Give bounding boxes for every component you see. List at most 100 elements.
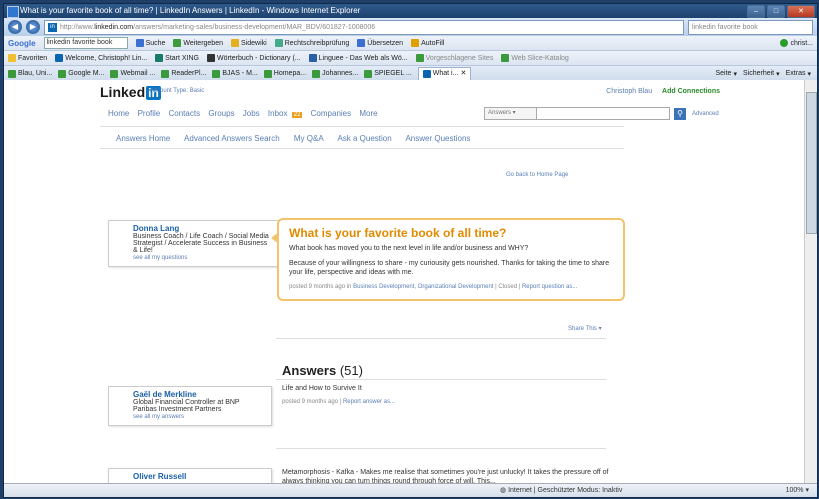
sidewiki-icon	[231, 39, 239, 47]
divider	[100, 148, 624, 149]
nav-jobs[interactable]: Jobs	[243, 109, 260, 118]
report-question-link[interactable]: Report question as...	[522, 284, 577, 290]
tab-homepage[interactable]: Homepa...	[263, 69, 306, 78]
main-nav: Home Profile Contacts Groups Jobs Inbox …	[108, 109, 384, 118]
search-icon: ⚲	[677, 108, 683, 118]
answer-text: Metamorphosis - Kafka - Makes me realise…	[282, 469, 609, 484]
security-zone[interactable]: ◍ Internet | Geschützter Modus: Inaktiv	[500, 484, 622, 497]
account-type-link[interactable]: Account Type: Basic	[150, 88, 204, 94]
answerer-name[interactable]: Gaël de Merkline	[133, 390, 265, 399]
favorite-link[interactable]: Start XING	[155, 54, 199, 62]
back-button[interactable]: ◀	[8, 20, 22, 34]
tab-bjas[interactable]: BJAS - M...	[212, 69, 258, 78]
see-all-answers-link[interactable]: see all my answers	[133, 414, 265, 420]
question-title: What is your favorite book of all time?	[289, 226, 507, 240]
command-security[interactable]: Sicherheit ▾	[743, 70, 780, 78]
subnav-my-qa[interactable]: My Q&A	[294, 134, 324, 143]
close-tab-icon[interactable]: ✕	[460, 68, 466, 80]
favorites-button[interactable]: Favoriten	[8, 54, 47, 62]
minimize-button[interactable]: –	[747, 5, 765, 18]
divider	[276, 338, 606, 339]
tab-active-linkedin[interactable]: What i... ✕	[417, 66, 472, 81]
share-button[interactable]: Weitergeben	[173, 39, 223, 47]
ie-icon	[415, 54, 424, 62]
favorite-link[interactable]: Vorgeschlagene Sites	[415, 54, 493, 62]
answerer-name[interactable]: Oliver Russell	[133, 472, 265, 481]
search-input[interactable]	[537, 107, 670, 120]
forward-button[interactable]: ▶	[26, 20, 40, 34]
nav-contacts[interactable]: Contacts	[169, 109, 201, 118]
star-icon	[8, 54, 16, 62]
google-search-button[interactable]: Suche	[135, 39, 165, 47]
see-all-questions-link[interactable]: see all my questions	[133, 255, 273, 261]
answers-heading: Answers (51)	[282, 363, 363, 378]
spellcheck-button[interactable]: Rechtschreibprüfung	[274, 39, 349, 47]
account-button[interactable]: christ...	[780, 39, 813, 47]
asker-name[interactable]: Donna Lang	[133, 224, 273, 233]
user-menu[interactable]: Christoph Blau	[606, 88, 652, 95]
nav-groups[interactable]: Groups	[208, 109, 234, 118]
sidewiki-button[interactable]: Sidewiki	[231, 39, 267, 47]
vertical-scrollbar[interactable]	[804, 80, 817, 484]
tab-spiegel[interactable]: SPIEGEL ...	[364, 69, 412, 78]
asker-card: Donna Lang Business Coach / Life Coach /…	[108, 220, 280, 267]
google-toolbar: Google linkedin favorite book Suche Weit…	[4, 36, 817, 51]
nav-profile[interactable]: Profile	[138, 109, 161, 118]
linkedin-icon	[422, 69, 431, 78]
favorite-link[interactable]: Welcome, Christoph! Lin...	[55, 54, 147, 62]
search-scope-dropdown[interactable]: Answers ▾	[484, 107, 537, 120]
question-meta: posted 9 months ago in Business Developm…	[289, 284, 578, 290]
translate-icon	[357, 39, 366, 47]
subnav-ask-question[interactable]: Ask a Question	[337, 134, 391, 143]
dictionary-icon	[207, 54, 215, 62]
ie-icon	[7, 6, 19, 18]
nav-companies[interactable]: Companies	[311, 109, 351, 118]
favorite-link[interactable]: Linguee - Das Web als Wö...	[308, 54, 408, 62]
google-search-input[interactable]: linkedin favorite book	[43, 37, 128, 49]
question-category-links[interactable]: Business Development, Organizational Dev…	[353, 284, 493, 290]
command-page[interactable]: Seite ▾	[716, 70, 737, 78]
nav-home[interactable]: Home	[108, 109, 129, 118]
address-bar[interactable]: in http://www. linkedin.com/answers/marke…	[44, 19, 684, 35]
report-answer-link[interactable]: Report answer as...	[343, 399, 395, 405]
favorite-link[interactable]: Web Slice-Katalog	[501, 54, 569, 62]
answer-meta: posted 9 months ago | Report answer as..…	[282, 399, 395, 405]
advanced-search-link[interactable]: Advanced	[692, 111, 719, 117]
search-button[interactable]: ⚲	[674, 107, 686, 120]
xing-icon	[155, 54, 164, 62]
tab-google-mail[interactable]: Google M...	[58, 69, 104, 78]
ie-icon	[212, 69, 221, 78]
asker-headline: Business Coach / Life Coach / Social Med…	[133, 233, 269, 254]
share-this-link[interactable]: Share This ▾	[568, 325, 602, 332]
tab-readerpl[interactable]: ReaderPl...	[161, 69, 206, 78]
site-search: Answers ▾ ⚲ Advanced	[484, 107, 719, 120]
ie-icon	[364, 69, 373, 78]
google-logo[interactable]: Google	[8, 39, 36, 48]
tab-johannes[interactable]: Johannes...	[312, 69, 358, 78]
nav-inbox[interactable]: Inbox	[268, 109, 288, 118]
zoom-level[interactable]: 100% ▾	[786, 484, 809, 497]
scrollbar-thumb[interactable]	[806, 92, 817, 234]
nav-more[interactable]: More	[359, 109, 377, 118]
linkedin-icon	[55, 54, 64, 62]
linguee-icon	[308, 54, 317, 62]
browser-search-box[interactable]: linkedin favorite book	[688, 19, 813, 35]
translate-button[interactable]: Übersetzen	[357, 39, 403, 47]
question-body-2: Because of your willingness to share - m…	[289, 260, 610, 276]
subnav-answers-home[interactable]: Answers Home	[116, 134, 170, 143]
add-connections-link[interactable]: Add Connections	[662, 88, 720, 95]
ie-icon	[8, 69, 16, 78]
subnav-advanced-search[interactable]: Advanced Answers Search	[184, 134, 280, 143]
autofill-button[interactable]: AutoFill	[411, 39, 444, 47]
ie-icon	[58, 69, 67, 78]
tab-blau[interactable]: Blau, Uni...	[8, 69, 52, 78]
maximize-button[interactable]: □	[767, 5, 785, 18]
go-back-link[interactable]: Go back to Home Page	[506, 172, 568, 178]
answerer-headline: Global Financial Controller at BNP Parib…	[133, 399, 240, 413]
close-button[interactable]: ✕	[787, 5, 815, 18]
spellcheck-icon	[274, 39, 283, 47]
tab-webmail[interactable]: Webmail ...	[110, 69, 155, 78]
command-tools[interactable]: Extras ▾	[786, 70, 811, 78]
favorite-link[interactable]: Wörterbuch - Dictionary (...	[207, 54, 301, 62]
subnav-answer-questions[interactable]: Answer Questions	[405, 134, 470, 143]
